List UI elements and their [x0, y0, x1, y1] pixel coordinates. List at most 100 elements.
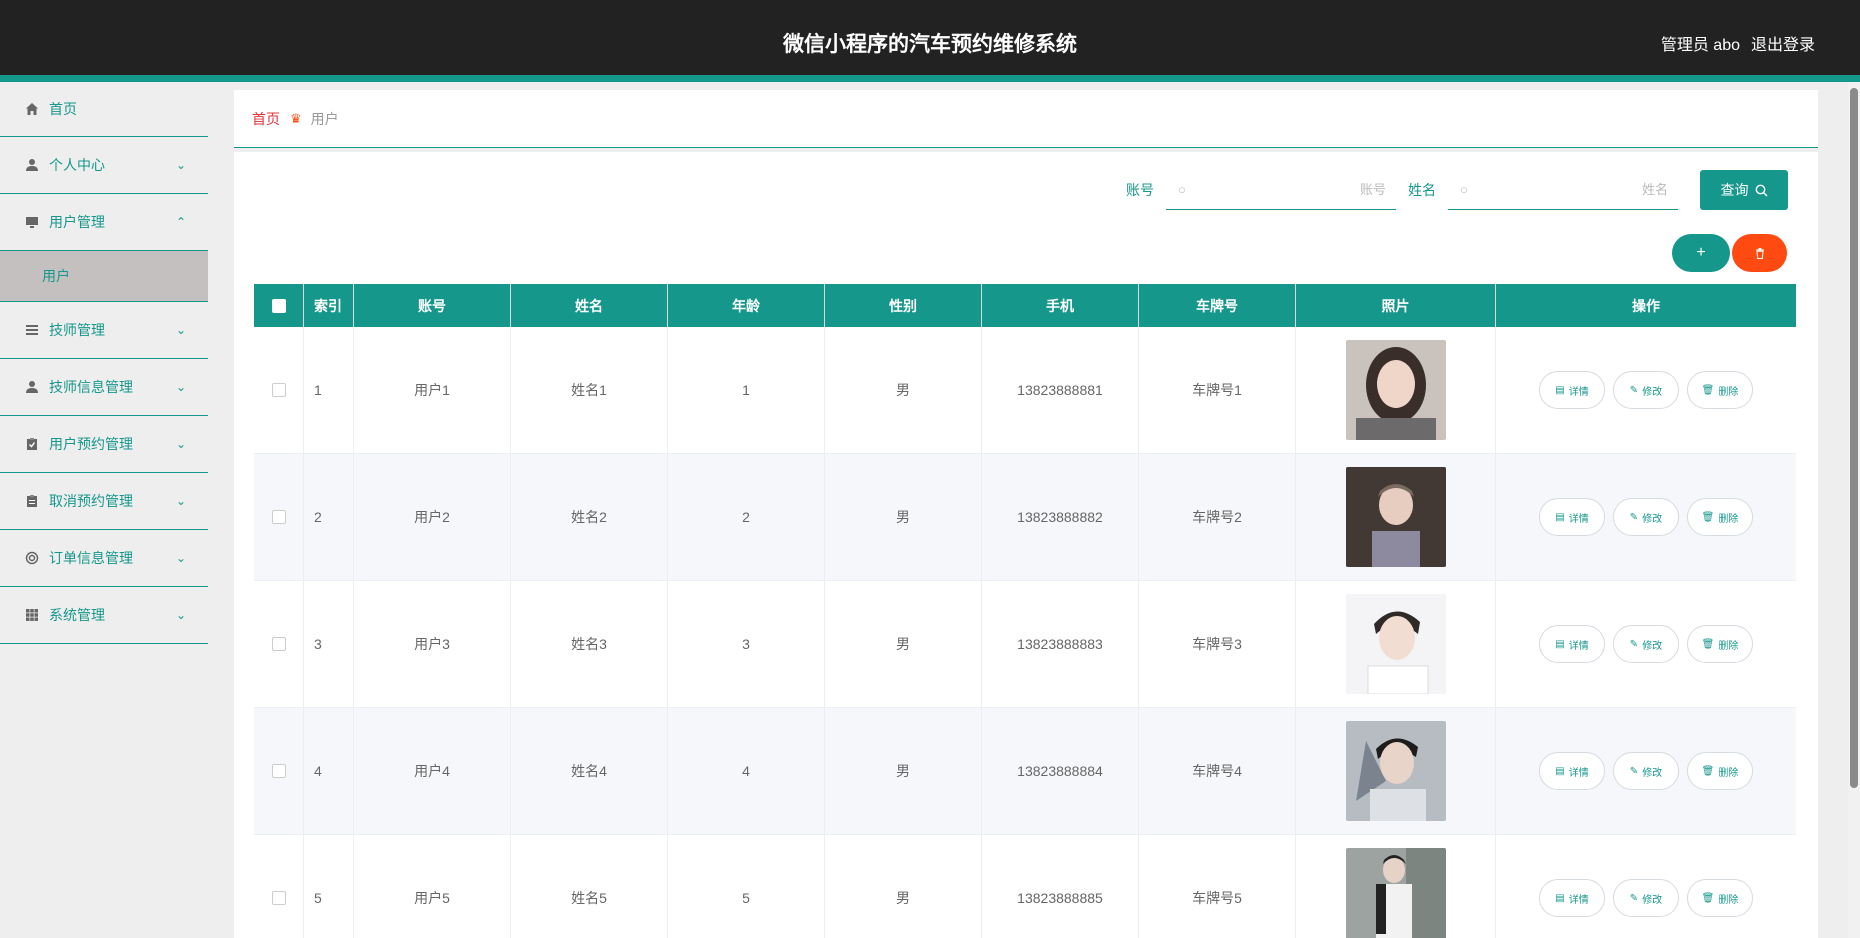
cell-sex: 男	[825, 581, 982, 707]
header-actions: 操作	[1632, 297, 1660, 314]
delete-button[interactable]: 🗑 删除	[1687, 498, 1753, 536]
sidebar-item-label: 首页	[49, 101, 77, 117]
sidebar: 首页 个人中心 ⌄ 用户管理 ⌃ 用户 技师管理 ⌄ 技师信息管理 ⌄ 用户预约…	[0, 82, 208, 938]
user-photo[interactable]	[1345, 594, 1446, 694]
detail-button-label: 详情	[1568, 640, 1589, 652]
cell-phone: 13823888882	[982, 454, 1139, 580]
edit-button-label: 修改	[1642, 894, 1663, 906]
edit-icon: ✎	[1629, 638, 1639, 650]
edit-icon: ✎	[1629, 511, 1639, 523]
detail-button[interactable]: ▤ 详情	[1539, 879, 1605, 917]
row-checkbox[interactable]	[271, 637, 286, 651]
detail-icon: ▤	[1555, 765, 1565, 777]
cell-photo	[1296, 454, 1496, 580]
breadcrumb-home[interactable]: 首页	[252, 109, 280, 129]
cell-phone: 13823888885	[982, 835, 1139, 938]
cell-photo	[1296, 708, 1496, 834]
home-icon	[24, 101, 40, 117]
search-button[interactable]: 查询	[1700, 170, 1788, 210]
users-table: 索引 账号 姓名 年龄 性别 手机 车牌号 照片 操作 1 用户1 姓名1 1 …	[254, 284, 1796, 938]
edit-icon: ✎	[1629, 892, 1639, 904]
edit-button-label: 修改	[1642, 640, 1663, 652]
header-account: 账号	[354, 284, 511, 327]
detail-button-label: 详情	[1568, 513, 1589, 525]
user-photo[interactable]	[1345, 467, 1446, 567]
user-photo[interactable]	[1345, 848, 1446, 938]
header-name: 姓名	[511, 284, 668, 327]
search-icon: ○	[1178, 182, 1186, 197]
sidebar-item-user-management[interactable]: 用户管理 ⌃	[0, 194, 208, 251]
cell-phone: 13823888884	[982, 708, 1139, 834]
row-checkbox[interactable]	[271, 891, 286, 905]
cell-account: 用户2	[354, 454, 511, 580]
search-button-label: 查询	[1720, 182, 1749, 198]
cell-actions: ▤ 详情 ✎ 修改 🗑 删除	[1496, 835, 1796, 938]
monitor-icon	[24, 214, 40, 230]
sidebar-item-system[interactable]: 系统管理 ⌄	[0, 587, 208, 644]
search-icon: ○	[1460, 182, 1468, 197]
row-select-cell	[254, 581, 304, 707]
sidebar-item-user-booking[interactable]: 用户预约管理 ⌄	[0, 416, 208, 473]
detail-button[interactable]: ▤ 详情	[1539, 625, 1605, 663]
name-search-field: ○	[1448, 170, 1678, 210]
logout-link[interactable]: 退出登录	[1751, 31, 1815, 55]
row-checkbox[interactable]	[271, 510, 286, 524]
edit-button-label: 修改	[1642, 513, 1663, 525]
batch-delete-button[interactable]	[1732, 234, 1787, 272]
header-accent-stripe	[0, 75, 1860, 82]
page-scrollbar[interactable]	[1848, 82, 1860, 938]
content-panel: 账号 ○ 姓名 ○ 查询 + 索引 账号	[234, 152, 1818, 938]
sidebar-item-technician-info[interactable]: 技师信息管理 ⌄	[0, 359, 208, 416]
cell-account: 用户4	[354, 708, 511, 834]
trash-icon: 🗑	[1701, 384, 1715, 396]
user-photo[interactable]	[1345, 340, 1446, 440]
table-header: 索引 账号 姓名 年龄 性别 手机 车牌号 照片 操作	[254, 284, 1796, 327]
sidebar-item-profile[interactable]: 个人中心 ⌄	[0, 137, 208, 194]
delete-button-label: 删除	[1718, 386, 1739, 398]
sidebar-item-home[interactable]: 首页	[0, 82, 208, 137]
detail-button[interactable]: ▤ 详情	[1539, 371, 1605, 409]
cell-sex: 男	[825, 835, 982, 938]
row-checkbox[interactable]	[271, 764, 286, 778]
user-photo[interactable]	[1345, 721, 1446, 821]
scrollbar-thumb[interactable]	[1850, 88, 1858, 788]
row-checkbox[interactable]	[271, 383, 286, 397]
edit-button[interactable]: ✎ 修改	[1613, 498, 1679, 536]
name-search-input[interactable]	[1480, 170, 1668, 208]
header-sex: 性别	[825, 284, 982, 327]
select-all-checkbox[interactable]	[271, 298, 286, 313]
trash-icon: 🗑	[1701, 638, 1715, 650]
sidebar-item-technician-management[interactable]: 技师管理 ⌄	[0, 302, 208, 359]
delete-button[interactable]: 🗑 删除	[1687, 879, 1753, 917]
detail-button[interactable]: ▤ 详情	[1539, 498, 1605, 536]
chevron-up-icon: ⌃	[175, 215, 186, 229]
delete-button[interactable]: 🗑 删除	[1687, 625, 1753, 663]
sidebar-item-label: 系统管理	[49, 607, 105, 623]
app-title: 微信小程序的汽车预约维修系统	[783, 33, 1077, 56]
edit-button[interactable]: ✎ 修改	[1613, 625, 1679, 663]
sidebar-subitem-users[interactable]: 用户	[0, 251, 208, 302]
user-icon	[24, 379, 40, 395]
edit-button[interactable]: ✎ 修改	[1613, 371, 1679, 409]
admin-label: 管理员 abo	[1660, 37, 1740, 54]
header-phone: 手机	[982, 284, 1139, 327]
cell-account: 用户1	[354, 327, 511, 453]
account-search-input[interactable]	[1198, 170, 1386, 208]
sidebar-item-label: 取消预约管理	[49, 493, 133, 509]
delete-button[interactable]: 🗑 删除	[1687, 752, 1753, 790]
detail-button[interactable]: ▤ 详情	[1539, 752, 1605, 790]
sidebar-subitem-label: 用户	[42, 268, 70, 284]
header-plate: 车牌号	[1139, 284, 1296, 327]
cell-actions: ▤ 详情 ✎ 修改 🗑 删除	[1496, 327, 1796, 453]
edit-button[interactable]: ✎ 修改	[1613, 752, 1679, 790]
trash-icon: 🗑	[1701, 892, 1715, 904]
detail-button-label: 详情	[1568, 767, 1589, 779]
user-icon	[24, 157, 40, 173]
sidebar-item-label: 技师管理	[49, 322, 105, 338]
sidebar-item-cancel-booking[interactable]: 取消预约管理 ⌄	[0, 473, 208, 530]
sidebar-item-order-info[interactable]: 订单信息管理 ⌄	[0, 530, 208, 587]
account-search-label: 账号	[1126, 182, 1154, 198]
delete-button[interactable]: 🗑 删除	[1687, 371, 1753, 409]
edit-button[interactable]: ✎ 修改	[1613, 879, 1679, 917]
add-button[interactable]: +	[1672, 234, 1730, 272]
